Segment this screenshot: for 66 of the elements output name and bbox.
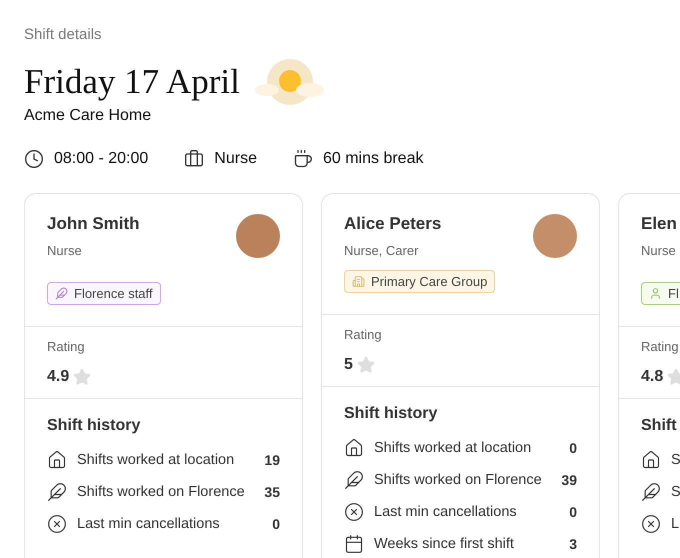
feather-icon (55, 287, 68, 300)
stat-label: Last min cancellations (77, 516, 221, 532)
stat-label: Shifts worked on Florence (374, 472, 543, 488)
worker-name: Elen (641, 214, 677, 234)
calendar-icon (344, 534, 364, 554)
stat-label: Last min cancellations (374, 504, 518, 520)
star-icon (667, 368, 680, 386)
worker-role: Nurse (47, 243, 83, 258)
stat-value: 35 (264, 484, 280, 500)
house-icon (344, 438, 364, 458)
avatar-circle (533, 214, 577, 258)
x-circle-icon (641, 514, 661, 534)
feather-icon (641, 482, 661, 502)
rating-label: Rating (47, 339, 86, 354)
stat-label: Shifts worked at location (374, 440, 532, 456)
tag-label: Fl (668, 286, 679, 301)
stat-value: 0 (569, 440, 577, 456)
stat-label: Shifts worked at location (77, 452, 236, 468)
stat-value: 0 (272, 516, 280, 532)
worker-role: Nurse, Carer (344, 243, 420, 258)
stat-value: 19 (264, 452, 280, 468)
stat-label: S (671, 452, 680, 468)
worker-name: John Smith (47, 214, 140, 234)
section-title: Shift history (344, 405, 438, 423)
rating-value: 4.9 (47, 368, 70, 386)
stat-label: Weeks since first shift (374, 536, 515, 552)
shift-detail: Nurse (214, 150, 257, 168)
avatar-circle (236, 214, 280, 258)
shift-detail: 60 mins break (322, 150, 424, 168)
building-icon (352, 275, 365, 288)
person-icon (649, 287, 662, 300)
stat-value: 3 (569, 536, 577, 552)
worker-role: Nurse (641, 243, 677, 258)
worker-card[interactable]: Alice Peters Nurse, Carer Primary Care Group Rating 5 Shift history Shifts worked at location 0 Shifts worked on Florence 39 Last min cancellations 0 Weeks since first shift 3 (321, 193, 600, 558)
clock-icon (24, 149, 44, 169)
star-icon (73, 368, 92, 386)
house-icon (47, 450, 67, 470)
rating-label: Rating (344, 327, 383, 342)
rating-value: 5 (344, 356, 353, 374)
section-title: Shift history (47, 417, 142, 435)
house-icon (641, 450, 661, 470)
stat-label: S (671, 484, 680, 500)
shift-date-title: Friday 17 April (24, 62, 240, 102)
stat-value: 0 (569, 504, 577, 520)
stat-value: 39 (561, 472, 577, 488)
location-name: Acme Care Home (24, 107, 152, 125)
stat-label: L (671, 516, 680, 532)
worker-card[interactable]: John Smith Nurse Florence staff Rating 4.9 Shift history Shifts worked at location 19 Shifts worked on Florence 35 Last min cancellations 0 (24, 193, 303, 558)
star-icon (356, 356, 375, 374)
sun-clouds-icon (254, 57, 326, 107)
tag-label: Primary Care Group (371, 274, 488, 289)
x-circle-icon (344, 502, 364, 522)
worker-card[interactable]: Elen Nurse Fl Rating 4.8 Shift S S L (618, 193, 680, 558)
briefcase-icon (184, 149, 204, 169)
x-circle-icon (47, 514, 67, 534)
worker-name: Alice Peters (344, 214, 442, 234)
feather-icon (47, 482, 67, 502)
section-title: Shift (641, 417, 678, 435)
feather-icon (344, 470, 364, 490)
shift-detail: 08:00 - 20:00 (54, 150, 148, 168)
rating-value: 4.8 (641, 368, 664, 386)
cup-icon (292, 149, 313, 169)
eyebrow-label: Shift details (24, 26, 103, 43)
stat-label: Shifts worked on Florence (77, 484, 246, 500)
rating-label: Rating (641, 339, 680, 354)
tag-label: Florence staff (74, 286, 153, 301)
